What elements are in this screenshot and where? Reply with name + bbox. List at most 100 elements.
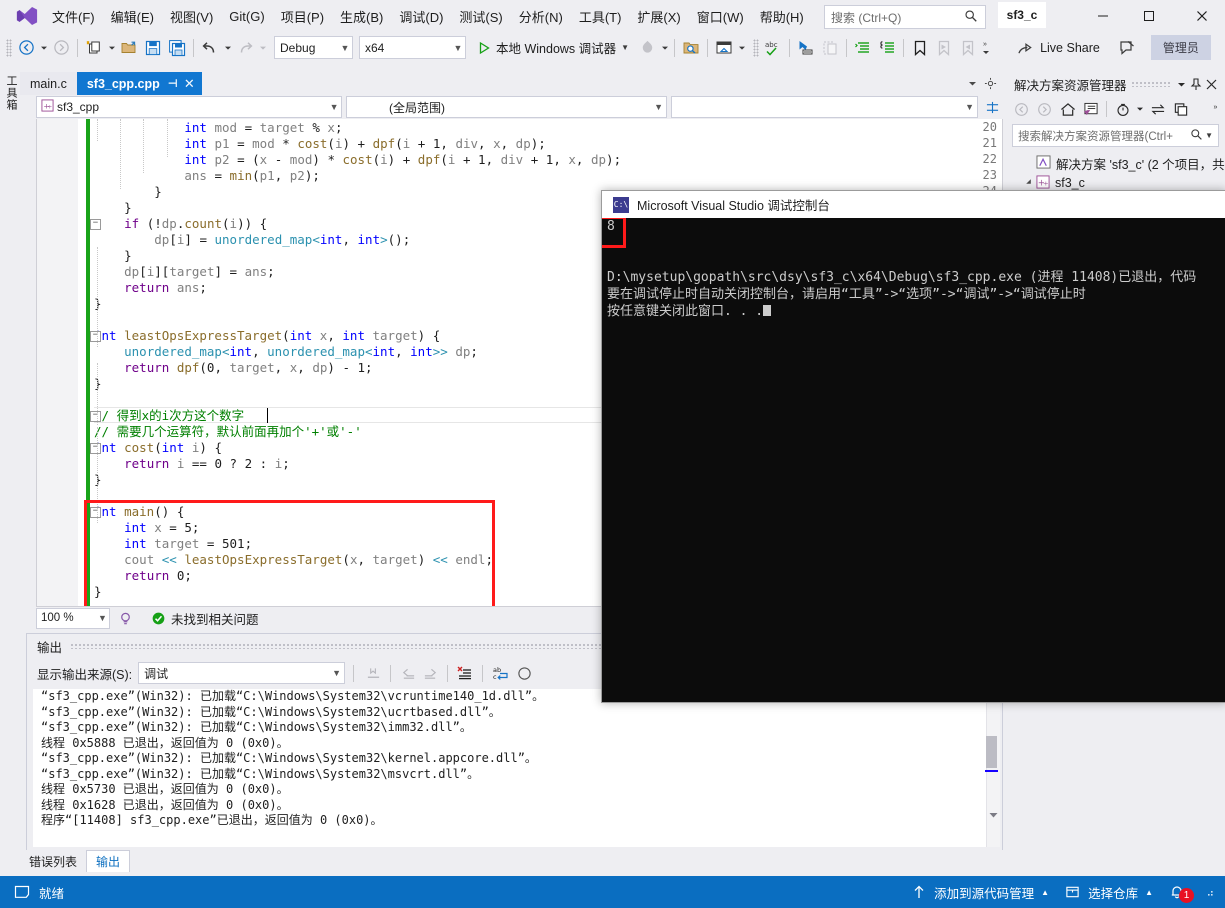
code-line[interactable]: dp[i][target] = ans; <box>94 264 275 280</box>
window-maximize-button[interactable] <box>1126 0 1172 32</box>
pin-icon[interactable] <box>1189 74 1204 94</box>
intellisense-status-icon[interactable] <box>114 608 136 628</box>
member-select[interactable]: ▼ <box>670 96 978 118</box>
pending-changes-icon[interactable] <box>1111 98 1134 120</box>
status-source-control[interactable]: 添加到源代码管理 ▲ <box>904 876 1057 908</box>
editor-settings-icon[interactable] <box>981 74 999 92</box>
toolbar-gripper-2[interactable] <box>753 38 760 57</box>
live-share-button[interactable]: Live Share <box>1013 37 1104 59</box>
close-icon[interactable]: ✕ <box>184 76 195 92</box>
menu-extensions[interactable]: 扩展(X) <box>629 3 688 30</box>
output-scrollbar[interactable] <box>985 689 1000 847</box>
tab-main-c[interactable]: main.c <box>20 72 77 95</box>
menu-file[interactable]: 文件(F) <box>44 3 103 30</box>
output-scroll-thumb[interactable] <box>986 736 997 768</box>
save-file-icon[interactable] <box>142 37 164 59</box>
tab-error-list[interactable]: 错误列表 <box>20 851 86 872</box>
console-output-area[interactable]: 8 D:\mysetup\gopath\src\dsy\sf3_c\x64\De… <box>602 218 1225 702</box>
console-title-bar[interactable]: C:\ Microsoft Visual Studio 调试控制台 <box>602 191 1225 218</box>
search-input[interactable]: 搜索 (Ctrl+Q) <box>824 5 986 29</box>
solution-platform-select[interactable]: x64 ▼ <box>359 36 466 59</box>
code-line[interactable]: return ans; <box>94 280 207 296</box>
menu-build[interactable]: 生成(B) <box>332 3 391 30</box>
code-line[interactable]: if (!dp.count(i)) { <box>94 216 267 232</box>
code-line[interactable]: } <box>94 200 132 216</box>
code-line[interactable]: ans = min(p1, p2); <box>94 168 320 184</box>
code-line[interactable]: int x = 5; <box>94 520 199 536</box>
navigate-back-dropdown-icon[interactable] <box>38 37 49 59</box>
status-repository[interactable]: 选择仓库 ▲ <box>1057 876 1161 908</box>
fold-toggle[interactable]: − <box>90 219 101 230</box>
toggle-bookmark-icon[interactable] <box>909 37 931 59</box>
code-line[interactable]: } <box>94 248 132 264</box>
menu-window[interactable]: 窗口(W) <box>689 3 752 30</box>
twisty-icon[interactable] <box>1022 178 1036 188</box>
solution-explorer-icon[interactable] <box>713 37 735 59</box>
open-file-icon[interactable] <box>118 37 140 59</box>
undo-dropdown-icon[interactable] <box>222 37 233 59</box>
menu-debug[interactable]: 调试(D) <box>391 3 451 30</box>
insert-snippet-icon[interactable] <box>795 37 817 59</box>
chevron-down-icon[interactable] <box>1134 98 1146 120</box>
output-log[interactable]: “sf3_cpp.exe”(Win32): 已加载“C:\Windows\Sys… <box>33 689 988 847</box>
menu-edit[interactable]: 编辑(E) <box>103 3 162 30</box>
solution-explorer-dropdown-icon[interactable] <box>736 37 747 59</box>
debug-console-window[interactable]: C:\ Microsoft Visual Studio 调试控制台 8 D:\m… <box>601 190 1225 703</box>
scope-select[interactable]: (全局范围) ▼ <box>346 96 667 118</box>
code-line[interactable]: int p1 = mod * cost(i) + dpf(i + 1, div,… <box>94 136 545 152</box>
output-options-icon[interactable] <box>513 663 535 683</box>
fold-toggle[interactable]: − <box>90 331 101 342</box>
solution-tree[interactable]: 解决方案 'sf3_c' (2 个项目，共 + + sf3_c <box>1006 153 1225 193</box>
menu-test[interactable]: 测试(S) <box>451 3 510 30</box>
uncomment-lines-icon[interactable] <box>876 37 898 59</box>
code-line[interactable]: int mod = target % x; <box>94 120 342 136</box>
start-debug-button[interactable]: 本地 Windows 调试器 ▼ <box>474 36 632 59</box>
close-icon[interactable] <box>1204 74 1219 94</box>
menu-git[interactable]: Git(G) <box>221 5 272 28</box>
navigate-back-icon[interactable] <box>15 37 37 59</box>
window-close-button[interactable] <box>1179 0 1225 32</box>
code-line[interactable]: return 0; <box>94 568 192 584</box>
new-project-icon[interactable] <box>83 37 105 59</box>
zoom-level-select[interactable]: 100 % ▼ <box>36 607 110 629</box>
sync-with-active-document-icon[interactable] <box>1146 98 1169 120</box>
fold-toggle[interactable]: − <box>90 443 101 454</box>
collapse-all-icon[interactable] <box>1169 98 1192 120</box>
fold-toggle[interactable]: − <box>90 507 101 518</box>
home-icon[interactable] <box>1056 98 1079 120</box>
undo-icon[interactable] <box>199 37 221 59</box>
menu-view[interactable]: 视图(V) <box>162 3 221 30</box>
pin-icon[interactable]: ⊣ <box>168 77 178 90</box>
resize-grip[interactable] <box>1198 876 1225 908</box>
chevron-down-icon[interactable]: ▼ <box>621 43 629 52</box>
code-line[interactable]: return i == 0 ? 2 : i; <box>94 456 290 472</box>
code-line[interactable]: int leastOpsExpressTarget(int x, int tar… <box>94 328 440 344</box>
menu-analyze[interactable]: 分析(N) <box>511 3 571 30</box>
toolbox-vertical-tab[interactable]: 工具箱 <box>2 71 20 115</box>
save-all-icon[interactable] <box>166 37 188 59</box>
project-select[interactable]: + + sf3_cpp ▼ <box>36 96 343 118</box>
spell-check-icon[interactable]: abc <box>762 37 784 59</box>
hot-reload-dropdown-icon[interactable] <box>659 37 670 59</box>
bookmarks-overflow-icon[interactable]: » <box>980 37 991 59</box>
new-project-dropdown-icon[interactable] <box>106 37 117 59</box>
solution-configuration-select[interactable]: Debug ▼ <box>274 36 353 59</box>
code-line[interactable]: dp[i] = unordered_map<int, int>(); <box>94 232 410 248</box>
split-editor-icon[interactable] <box>984 98 1001 116</box>
solution-explorer-icon[interactable] <box>1079 98 1102 120</box>
chevron-down-icon[interactable] <box>963 74 981 92</box>
scroll-down-arrow-icon[interactable] <box>988 810 999 820</box>
menu-help[interactable]: 帮助(H) <box>752 3 812 30</box>
solution-search-input[interactable]: 搜索解决方案资源管理器(Ctrl+ ▼ <box>1012 124 1219 147</box>
send-feedback-icon[interactable] <box>1116 37 1138 59</box>
chevron-down-icon[interactable]: ▼ <box>1205 131 1218 140</box>
search-in-files-icon[interactable] <box>680 37 702 59</box>
toolbar-overflow-icon[interactable]: » <box>1211 98 1225 120</box>
code-line[interactable]: cout << leastOpsExpressTarget(x, target)… <box>94 552 493 568</box>
tree-node-solution[interactable]: 解决方案 'sf3_c' (2 个项目，共 <box>1006 153 1225 173</box>
status-notifications[interactable]: 1 <box>1161 876 1198 908</box>
code-line[interactable]: int main() { <box>94 504 184 520</box>
toolbar-gripper[interactable] <box>6 38 12 57</box>
code-line[interactable]: int cost(int i) { <box>94 440 222 456</box>
output-source-select[interactable]: 调试 ▼ <box>138 662 346 684</box>
